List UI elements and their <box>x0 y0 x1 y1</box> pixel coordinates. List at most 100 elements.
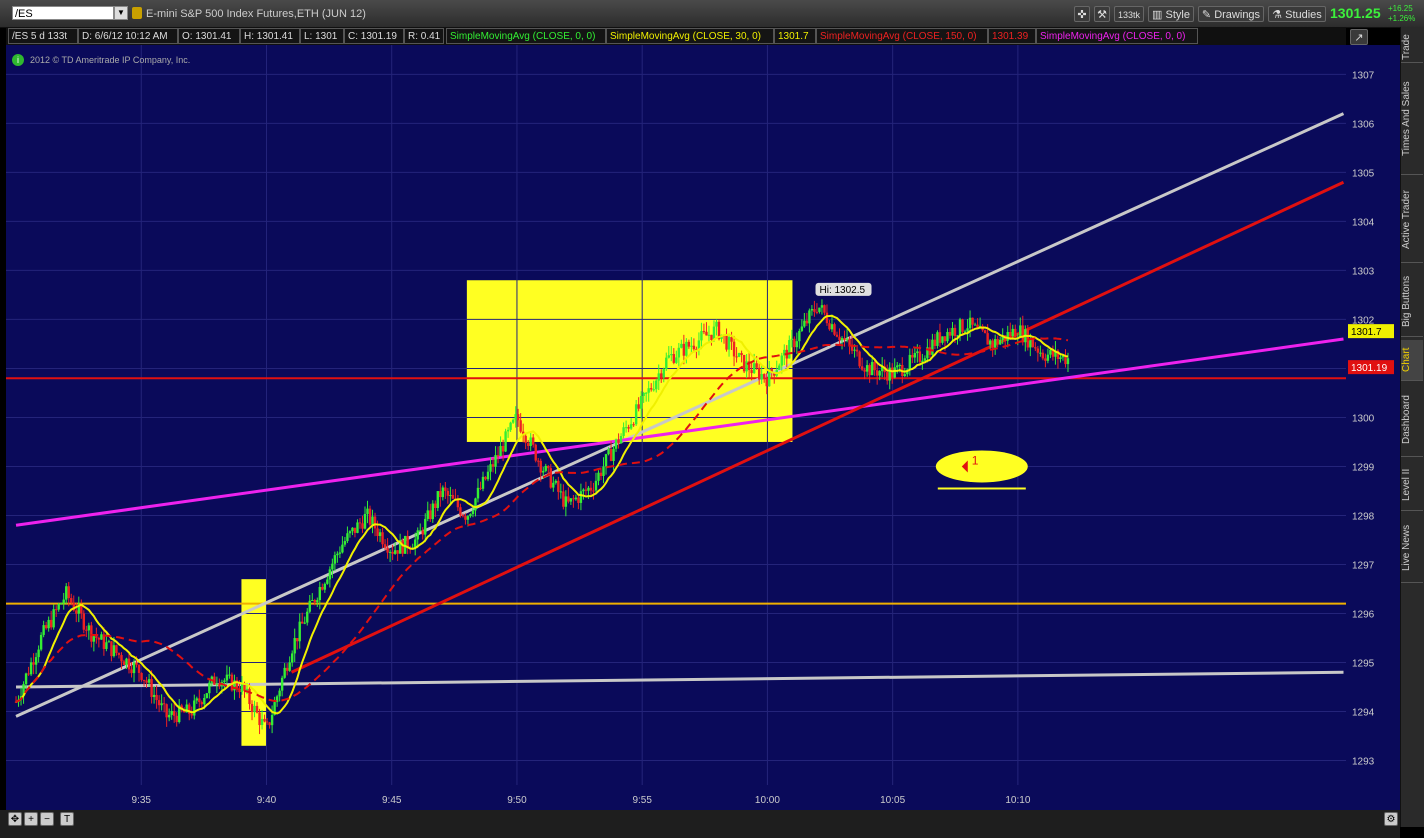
price-bar <box>983 330 987 334</box>
price-bar <box>175 715 178 723</box>
price-bar <box>421 530 424 535</box>
price-bar <box>619 435 623 444</box>
price-bar <box>572 498 575 500</box>
price-bar <box>732 341 736 357</box>
price-bar <box>270 715 274 726</box>
price-bar <box>855 349 859 352</box>
price-bar <box>112 645 116 657</box>
price-bar <box>1036 348 1040 353</box>
side-tab-active-trader[interactable]: Active Trader <box>1401 178 1423 263</box>
price-bar <box>644 392 648 394</box>
price-bar <box>559 491 563 493</box>
hi-label: Hi: 1302.5 <box>820 285 866 296</box>
side-tab-chart[interactable]: Chart <box>1401 340 1423 381</box>
price-bar <box>439 491 442 498</box>
price-bar <box>313 600 316 603</box>
zoom-out-icon[interactable]: − <box>40 812 54 826</box>
price-bar <box>534 444 537 461</box>
price-bar <box>552 482 555 488</box>
side-tab-big-buttons[interactable]: Big Buttons <box>1401 266 1423 337</box>
price-bar <box>582 489 585 492</box>
price-bar <box>97 637 101 640</box>
price-bar <box>285 667 289 671</box>
price-bar <box>127 658 131 670</box>
side-tab-level-ii[interactable]: Level II <box>1401 460 1423 511</box>
side-tab-live-news[interactable]: Live News <box>1401 514 1423 583</box>
side-tab-dashboard[interactable]: Dashboard <box>1401 384 1423 457</box>
time-axis <box>6 785 1400 810</box>
price-bar <box>65 586 68 600</box>
price-bar <box>155 694 158 701</box>
price-bar <box>62 599 65 604</box>
side-tab-trade[interactable]: Trade <box>1401 32 1423 63</box>
chart-settings-icon[interactable]: ⚙ <box>1384 812 1398 826</box>
price-bar <box>795 341 799 348</box>
price-bar <box>371 516 374 525</box>
info-icon[interactable]: i <box>12 54 24 66</box>
price-bar <box>996 339 999 345</box>
price-bar <box>293 638 296 654</box>
price-chart[interactable]: 1293129412951296129712981299130013011302… <box>0 0 1400 810</box>
price-bar <box>172 711 176 716</box>
price-bar <box>647 388 650 393</box>
price-bar <box>868 365 871 376</box>
price-bar <box>446 490 450 496</box>
price-bar <box>943 336 947 342</box>
price-bar <box>810 309 814 311</box>
price-bar <box>105 642 108 649</box>
price-bar <box>419 530 422 532</box>
price-bar <box>366 508 369 514</box>
price-bar <box>1021 325 1024 343</box>
price-bar <box>326 579 329 584</box>
pan-icon[interactable]: ✥ <box>8 812 22 826</box>
price-bar <box>341 544 344 553</box>
price-bar <box>283 667 286 678</box>
price-bar <box>34 657 38 665</box>
price-bar <box>584 489 588 491</box>
price-bar <box>195 698 198 701</box>
price-bar <box>509 422 512 430</box>
price-bar <box>321 586 324 590</box>
price-bar <box>268 722 271 726</box>
price-bar <box>976 324 979 328</box>
price-bar <box>705 331 708 336</box>
price-bar <box>494 455 497 467</box>
price-bar <box>160 703 163 706</box>
price-bar <box>39 634 43 650</box>
price-bar <box>205 693 209 699</box>
price-bar <box>577 497 580 503</box>
price-bar <box>301 621 304 624</box>
price-bar <box>358 522 362 524</box>
zoom-in-icon[interactable]: + <box>24 812 38 826</box>
price-bar <box>622 427 625 436</box>
price-bar <box>948 331 952 336</box>
price-bar <box>466 516 470 520</box>
x-tick-label: 10:10 <box>1005 795 1030 806</box>
price-bar <box>228 674 231 676</box>
price-bar <box>998 339 1002 345</box>
price-bar <box>298 621 301 642</box>
annotation-label: 1 <box>972 453 979 467</box>
price-bar <box>737 353 741 357</box>
price-bar <box>730 337 733 342</box>
price-bar <box>504 431 507 452</box>
price-bar <box>87 625 91 631</box>
price-bar <box>793 338 796 348</box>
price-bar <box>306 611 309 623</box>
price-bar <box>137 664 141 673</box>
x-tick-label: 9:40 <box>257 795 277 806</box>
price-bar <box>526 443 530 446</box>
x-tick-label: 10:05 <box>880 795 905 806</box>
price-bar <box>42 625 45 635</box>
price-bar <box>250 704 254 713</box>
price-bar <box>740 353 743 355</box>
price-bar <box>1066 358 1070 365</box>
price-bar <box>361 523 364 529</box>
price-bar <box>1044 358 1047 361</box>
text-tool-icon[interactable]: T <box>60 812 74 826</box>
side-tab-times-and-sales[interactable]: Times And Sales <box>1401 64 1423 175</box>
price-bar <box>253 705 256 713</box>
price-bar <box>75 610 78 614</box>
price-bar <box>574 497 578 500</box>
price-bar <box>255 705 259 713</box>
